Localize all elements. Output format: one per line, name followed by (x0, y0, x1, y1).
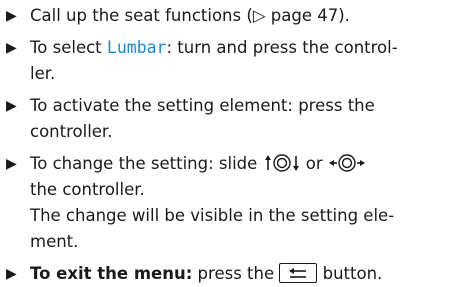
step-text-line1: : turn and press the control- (166, 38, 398, 57)
step-text-line2: ler. (30, 64, 56, 83)
step-text: To activate the setting element: press t… (30, 93, 464, 145)
bullet-arrow-icon: ▶ (6, 8, 17, 24)
page-reference-marker-icon: ▷ (252, 6, 266, 25)
step-text-mid: or (300, 154, 328, 173)
page-reference-text: page 47 (270, 6, 339, 25)
step-text: To exit the menu: press the button. (30, 261, 464, 287)
step-text-pre: To select (30, 38, 107, 57)
step-call-up-seat-functions: ▶ Call up the seat functions (▷ page 47)… (6, 3, 464, 29)
step-text-line2: the controller. (30, 180, 145, 199)
menu-item-lumbar: Lumbar (106, 38, 167, 57)
instruction-list: ▶ Call up the seat functions (▷ page 47)… (0, 0, 470, 287)
step-text-line1: To activate the setting element: press t… (30, 96, 375, 115)
step-text-post: button. (317, 264, 383, 283)
step-activate-setting-element: ▶ To activate the setting element: press… (6, 93, 464, 145)
back-button-icon (279, 263, 318, 283)
step-text-line3: The change will be visible in the settin… (30, 206, 395, 225)
step-exit-menu: ▶ To exit the menu: press the button. (6, 261, 464, 287)
page-reference-link[interactable]: ▷ page 47 (253, 6, 338, 25)
step-text-pre: Call up the seat functions ( (30, 6, 253, 25)
step-select-lumbar: ▶ To select Lumbar: turn and press the c… (6, 35, 464, 87)
controller-slide-up-down-icon (263, 153, 301, 173)
bullet-arrow-icon: ▶ (6, 266, 17, 282)
bullet-arrow-icon: ▶ (6, 98, 17, 114)
step-text: To select Lumbar: turn and press the con… (30, 35, 464, 87)
step-text-pre: press the (192, 264, 280, 283)
step-text: Call up the seat functions (▷ page 47). (30, 3, 464, 29)
step-change-setting: ▶ To change the setting: slide or the co… (6, 151, 464, 255)
step-text-bold: To exit the menu: (30, 264, 193, 283)
step-text-post: ). (338, 6, 350, 25)
step-text: To change the setting: slide or the cont… (30, 151, 464, 255)
step-text-pre: To change the setting: slide (30, 154, 263, 173)
step-text-line4: ment. (30, 232, 79, 251)
step-text-line2: controller. (30, 122, 113, 141)
bullet-arrow-icon: ▶ (6, 156, 17, 172)
bullet-arrow-icon: ▶ (6, 40, 17, 56)
controller-slide-left-right-icon (328, 153, 366, 173)
